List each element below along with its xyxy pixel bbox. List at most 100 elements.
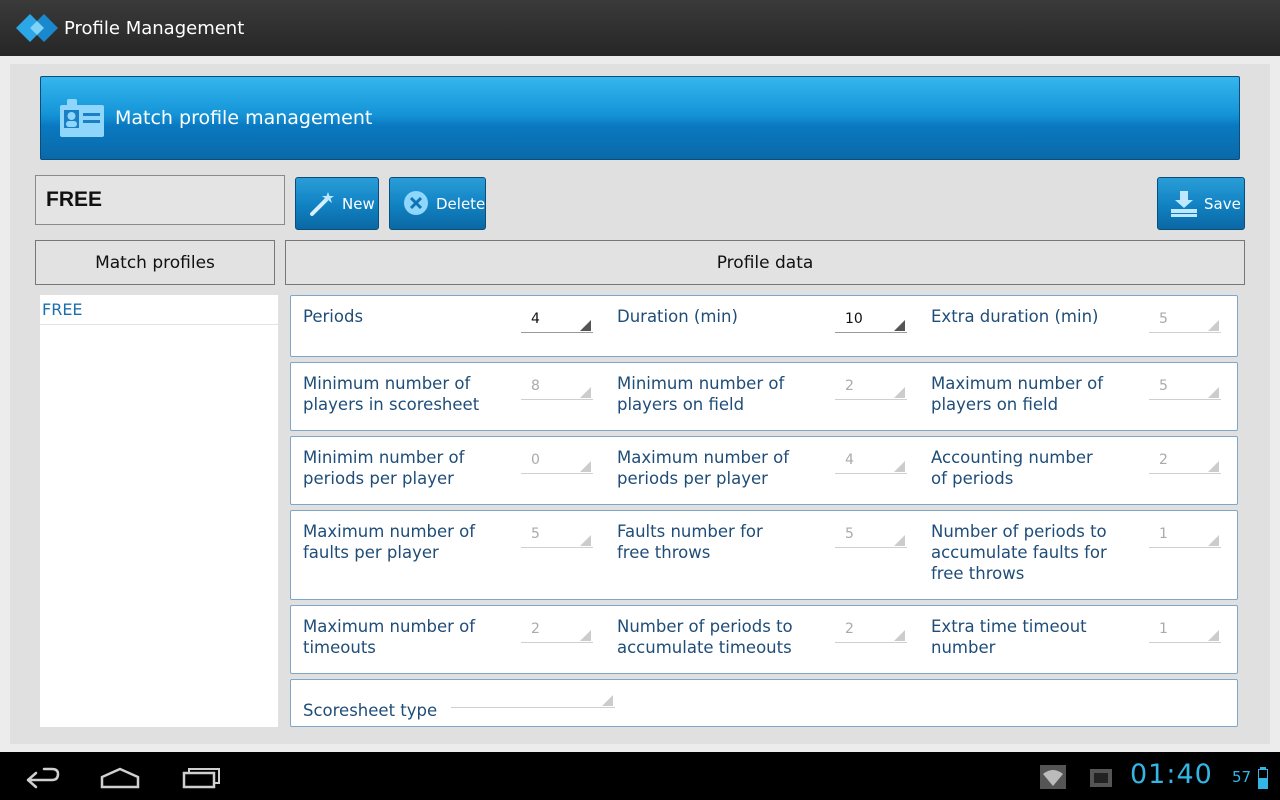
spinner-arrow-icon bbox=[1208, 387, 1219, 398]
app-logo-icon bbox=[12, 8, 60, 48]
profile-name-field[interactable]: FREE bbox=[35, 175, 285, 225]
section-banner: Match profile management bbox=[40, 76, 1240, 160]
spinner-arrow-icon bbox=[1208, 535, 1219, 546]
content-panel: Match profile management FREE New Delete bbox=[10, 64, 1270, 744]
spinner-arrow-icon bbox=[1208, 630, 1219, 641]
field-max-periods-player: Maximum number of periods per player 4 bbox=[605, 437, 919, 504]
profile-row: Maximum number of timeouts 2 Number of p… bbox=[290, 605, 1238, 674]
spinner-arrow-icon bbox=[580, 630, 591, 641]
profile-row: Periods 4 Duration (min) 10 Extra durati… bbox=[290, 295, 1238, 357]
wifi-icon bbox=[1036, 760, 1072, 794]
spinner-arrow-icon bbox=[580, 535, 591, 546]
periods-accumulate-timeouts-spinner[interactable]: 2 bbox=[835, 621, 907, 643]
profile-row: Minimum number of players in scoresheet … bbox=[290, 362, 1238, 431]
spinner-arrow-icon bbox=[894, 387, 905, 398]
periods-accumulate-faults-spinner[interactable]: 1 bbox=[1149, 526, 1221, 548]
field-label: Faults number for free throws bbox=[617, 522, 763, 562]
field-label: Duration (min) bbox=[617, 307, 738, 326]
max-periods-player-spinner[interactable]: 4 bbox=[835, 452, 907, 474]
faults-free-throws-spinner[interactable]: 5 bbox=[835, 526, 907, 548]
spinner-arrow-icon bbox=[1208, 461, 1219, 472]
min-periods-player-spinner[interactable]: 0 bbox=[521, 452, 593, 474]
scoresheet-type-spinner[interactable] bbox=[451, 688, 615, 708]
screenshot-icon bbox=[1086, 760, 1118, 794]
recent-apps-icon[interactable] bbox=[172, 760, 232, 794]
field-label: Maximum number of players on field bbox=[931, 374, 1104, 414]
field-scoresheet-type: Scoresheet type bbox=[291, 680, 615, 726]
field-min-players-field: Minimum number of players on field 2 bbox=[605, 363, 919, 430]
profile-row: Minimim number of periods per player 0 M… bbox=[290, 436, 1238, 505]
home-icon[interactable] bbox=[92, 760, 152, 794]
field-periods-accumulate-timeouts: Number of periods to accumulate timeouts… bbox=[605, 606, 919, 673]
field-label: Minimim number of periods per player bbox=[303, 448, 465, 488]
battery-icon bbox=[1256, 760, 1270, 794]
save-button-label: Save bbox=[1204, 194, 1241, 213]
field-label: Extra time timeout number bbox=[931, 617, 1087, 657]
duration-spinner[interactable]: 10 bbox=[835, 311, 907, 333]
min-players-scoresheet-spinner[interactable]: 8 bbox=[521, 378, 593, 400]
spinner-arrow-icon bbox=[602, 695, 613, 706]
profile-data-panel: Periods 4 Duration (min) 10 Extra durati… bbox=[288, 295, 1240, 727]
system-navigation-bar: 01:40 57 bbox=[0, 752, 1280, 800]
field-max-timeouts: Maximum number of timeouts 2 bbox=[291, 606, 605, 673]
spinner-arrow-icon bbox=[580, 320, 591, 331]
field-periods: Periods 4 bbox=[291, 296, 605, 356]
profile-row: Scoresheet type bbox=[290, 679, 1238, 727]
profiles-list: FREE bbox=[40, 295, 278, 727]
delete-icon bbox=[402, 190, 430, 218]
main-content: Match profile management FREE New Delete bbox=[0, 56, 1280, 752]
back-icon[interactable] bbox=[14, 760, 74, 794]
field-extra-time-timeout: Extra time timeout number 1 bbox=[919, 606, 1233, 673]
field-label: Extra duration (min) bbox=[931, 307, 1099, 326]
field-extra-duration: Extra duration (min) 5 bbox=[919, 296, 1233, 356]
field-label: Maximum number of timeouts bbox=[303, 617, 476, 657]
field-min-periods-player: Minimim number of periods per player 0 bbox=[291, 437, 605, 504]
min-players-field-spinner[interactable]: 2 bbox=[835, 378, 907, 400]
extra-duration-spinner[interactable]: 5 bbox=[1149, 311, 1221, 333]
field-label: Minimum number of players in scoresheet bbox=[303, 374, 480, 414]
section-title: Match profile management bbox=[115, 107, 373, 129]
spinner-arrow-icon bbox=[1208, 320, 1219, 331]
match-profiles-header: Match profiles bbox=[35, 240, 275, 285]
max-players-field-spinner[interactable]: 5 bbox=[1149, 378, 1221, 400]
new-button-label: New bbox=[342, 194, 375, 213]
save-download-icon bbox=[1170, 190, 1198, 218]
field-duration: Duration (min) 10 bbox=[605, 296, 919, 356]
field-max-faults-player: Maximum number of faults per player 5 bbox=[291, 511, 605, 599]
clock: 01:40 bbox=[1130, 759, 1213, 790]
action-bar: Profile Management bbox=[0, 0, 1280, 56]
field-label: Minimum number of players on field bbox=[617, 374, 785, 414]
spinner-arrow-icon bbox=[580, 387, 591, 398]
field-label: Number of periods to accumulate faults f… bbox=[931, 522, 1107, 583]
delete-button[interactable]: Delete bbox=[389, 177, 486, 230]
extra-time-timeout-spinner[interactable]: 1 bbox=[1149, 621, 1221, 643]
spinner-arrow-icon bbox=[894, 320, 905, 331]
app-title: Profile Management bbox=[64, 17, 245, 39]
field-label: Periods bbox=[303, 307, 364, 326]
max-faults-player-spinner[interactable]: 5 bbox=[521, 526, 593, 548]
profile-data-header: Profile data bbox=[285, 240, 1245, 285]
battery-level: 57 bbox=[1232, 768, 1252, 786]
field-label: Maximum number of faults per player bbox=[303, 522, 476, 562]
list-item[interactable]: FREE bbox=[40, 295, 278, 325]
magic-wand-icon bbox=[308, 190, 336, 218]
field-min-players-scoresheet: Minimum number of players in scoresheet … bbox=[291, 363, 605, 430]
delete-button-label: Delete bbox=[436, 194, 486, 213]
new-button[interactable]: New bbox=[295, 177, 379, 230]
spinner-arrow-icon bbox=[894, 535, 905, 546]
field-periods-accumulate-faults: Number of periods to accumulate faults f… bbox=[919, 511, 1233, 599]
save-button[interactable]: Save bbox=[1157, 177, 1245, 230]
periods-spinner[interactable]: 4 bbox=[521, 311, 593, 333]
field-faults-free-throws: Faults number for free throws 5 bbox=[605, 511, 919, 599]
field-label: Maximum number of periods per player bbox=[617, 448, 790, 488]
field-accounting-periods: Accounting number of periods 2 bbox=[919, 437, 1233, 504]
max-timeouts-spinner[interactable]: 2 bbox=[521, 621, 593, 643]
field-label: Number of periods to accumulate timeouts bbox=[617, 617, 793, 657]
spinner-arrow-icon bbox=[580, 461, 591, 472]
id-card-icon bbox=[57, 93, 107, 143]
accounting-periods-spinner[interactable]: 2 bbox=[1149, 452, 1221, 474]
field-max-players-field: Maximum number of players on field 5 bbox=[919, 363, 1233, 430]
field-label: Accounting number of periods bbox=[931, 448, 1093, 488]
spinner-arrow-icon bbox=[894, 461, 905, 472]
profile-row: Maximum number of faults per player 5 Fa… bbox=[290, 510, 1238, 600]
